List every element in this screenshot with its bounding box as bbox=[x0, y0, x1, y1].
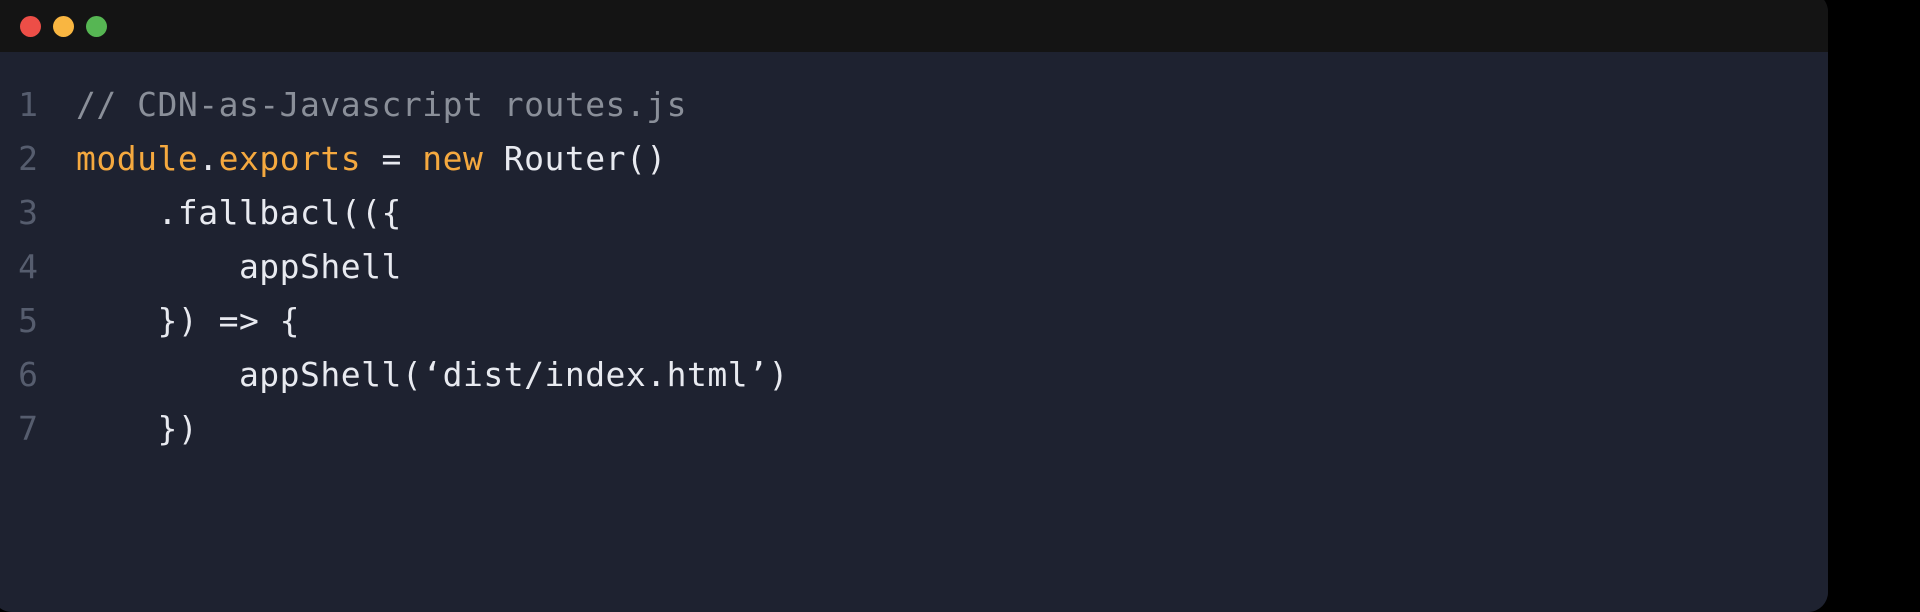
code-token-plain: }) => { bbox=[76, 301, 301, 340]
line-number: 6 bbox=[18, 355, 38, 394]
line-number: 7 bbox=[18, 409, 38, 448]
code-token-plain: .fallbacl(({ bbox=[76, 193, 402, 232]
code-token-comment: // CDN-as-Javascript routes.js bbox=[76, 85, 688, 124]
line-number: 3 bbox=[18, 193, 38, 232]
line-number: 5 bbox=[18, 301, 38, 340]
code-line[interactable]: 7 }) bbox=[0, 402, 1828, 456]
code-line-text: .fallbacl(({ bbox=[76, 186, 402, 240]
code-line[interactable]: 6 appShell(‘dist/index.html’) bbox=[0, 348, 1828, 402]
line-number: 2 bbox=[18, 139, 38, 178]
code-token-plain: appShell bbox=[76, 247, 402, 286]
code-line[interactable]: 3 .fallbacl(({ bbox=[0, 186, 1828, 240]
code-line-text: // CDN-as-Javascript routes.js bbox=[76, 78, 687, 132]
code-snippet-window: 1 // CDN-as-Javascript routes.js 2 module.e… bbox=[0, 0, 1828, 612]
code-line[interactable]: 1 // CDN-as-Javascript routes.js bbox=[0, 78, 1828, 132]
code-token-keyword: new bbox=[422, 139, 484, 178]
code-line-text: module.exports = new Router() bbox=[76, 132, 667, 186]
code-token-plain: . bbox=[198, 139, 219, 178]
code-line[interactable]: 5 }) => { bbox=[0, 294, 1828, 348]
code-token-keyword: module bbox=[76, 139, 199, 178]
window-traffic-lights bbox=[20, 15, 107, 37]
code-line-text: }) bbox=[76, 402, 198, 456]
close-button-icon[interactable] bbox=[20, 15, 41, 37]
code-token-plain: Router() bbox=[483, 139, 667, 178]
code-line-text: appShell(‘dist/index.html’) bbox=[76, 348, 789, 402]
code-token-plain: appShell(‘dist/index.html’) bbox=[76, 355, 789, 394]
code-token-plain: = bbox=[361, 139, 423, 178]
line-number: 4 bbox=[18, 247, 38, 286]
code-line[interactable]: 2 module.exports = new Router() bbox=[0, 132, 1828, 186]
window-titlebar bbox=[0, 0, 1828, 52]
code-editor-area[interactable]: 1 // CDN-as-Javascript routes.js 2 module.e… bbox=[0, 52, 1828, 612]
minimize-button-icon[interactable] bbox=[53, 15, 74, 37]
line-number: 1 bbox=[18, 85, 38, 124]
code-line-text: }) => { bbox=[76, 294, 300, 348]
code-token-plain: }) bbox=[76, 409, 199, 448]
code-line[interactable]: 4 appShell bbox=[0, 240, 1828, 294]
maximize-button-icon[interactable] bbox=[86, 15, 107, 37]
code-line-text: appShell bbox=[76, 240, 402, 294]
code-token-keyword: exports bbox=[218, 139, 362, 178]
screen-root: 1 // CDN-as-Javascript routes.js 2 module.e… bbox=[0, 0, 1920, 612]
